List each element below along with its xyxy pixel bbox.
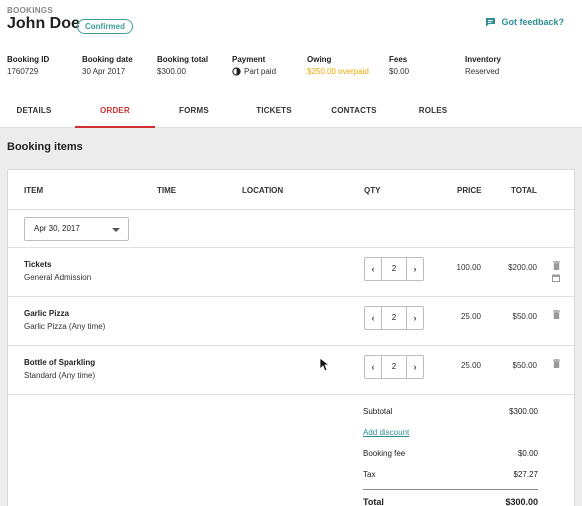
- quantity-stepper: ‹ 2 ›: [364, 257, 424, 281]
- meta-value: $0.00: [389, 67, 410, 76]
- trash-icon[interactable]: [553, 261, 560, 270]
- meta-booking-total: Booking total $300.00: [157, 55, 208, 76]
- item-name: Bottle of Sparkling: [24, 358, 96, 367]
- chat-bubble-icon: [486, 18, 496, 27]
- page-title: John Doe: [7, 15, 80, 32]
- meta-booking-id: Booking ID 1760729: [7, 55, 49, 76]
- booking-fee-label: Booking fee: [363, 449, 406, 458]
- meta-label: Inventory: [465, 55, 502, 64]
- item-name: Tickets: [24, 260, 52, 269]
- subtotal-value: $300.00: [509, 407, 538, 416]
- meta-label: Booking ID: [7, 55, 50, 64]
- discount-row: Add discount: [363, 428, 538, 437]
- quantity-input[interactable]: 2: [381, 307, 407, 329]
- increment-button[interactable]: ›: [407, 307, 423, 329]
- table-header: ITEM TIME LOCATION QTY PRICE TOTAL: [8, 170, 574, 210]
- tab-details[interactable]: DETAILS: [0, 92, 74, 128]
- tab-roles[interactable]: ROLES: [393, 92, 473, 128]
- meta-value: Part paid: [244, 67, 277, 76]
- date-filter-row: Apr 30, 2017: [8, 210, 574, 248]
- item-option: Standard (Any time): [24, 371, 96, 380]
- item-price: 100.00: [456, 263, 481, 272]
- table-row: Garlic Pizza Garlic Pizza (Any time) ‹ 2…: [8, 297, 574, 346]
- tab-order[interactable]: ORDER: [75, 92, 155, 128]
- total-divider: [363, 489, 538, 490]
- meta-label: Booking date: [82, 55, 133, 64]
- booking-header: BOOKINGS John Doe Confirmed Got feedback…: [0, 0, 582, 92]
- trash-icon[interactable]: [553, 310, 560, 319]
- item-total: $50.00: [512, 361, 537, 370]
- trash-icon[interactable]: [553, 359, 560, 368]
- column-header: TOTAL: [511, 186, 537, 195]
- column-header: PRICE: [457, 186, 482, 195]
- item-total: $50.00: [512, 312, 537, 321]
- decrement-button[interactable]: ‹: [365, 356, 381, 378]
- add-discount-link[interactable]: Add discount: [363, 428, 409, 437]
- tax-label: Tax: [363, 470, 376, 479]
- breadcrumb[interactable]: BOOKINGS: [7, 6, 53, 15]
- meta-owing: Owing $250.00 overpaid: [307, 55, 369, 76]
- mouse-cursor-icon: [319, 357, 330, 372]
- meta-fees: Fees $0.00: [389, 55, 409, 76]
- total-row: Total $300.00: [363, 497, 538, 506]
- meta-value: Reserved: [465, 67, 500, 76]
- column-header: LOCATION: [242, 186, 284, 195]
- quantity-stepper: ‹ 2 ›: [364, 306, 424, 330]
- booking-items-table: ITEM TIME LOCATION QTY PRICE TOTAL Apr 3…: [7, 169, 575, 506]
- total-label: Total: [363, 497, 384, 506]
- table-row: Tickets General Admission ‹ 2 › 100.00 $…: [8, 248, 574, 297]
- caret-down-icon: [112, 228, 120, 232]
- increment-button[interactable]: ›: [407, 356, 423, 378]
- half-circle-icon: [232, 67, 241, 76]
- calendar-icon[interactable]: [552, 274, 560, 282]
- meta-label: Fees: [389, 55, 408, 64]
- item-option: General Admission: [24, 273, 92, 282]
- meta-value: 30 Apr 2017: [82, 67, 126, 76]
- tab-forms[interactable]: FORMS: [154, 92, 234, 128]
- status-badge: Confirmed: [77, 19, 133, 34]
- item-total: $200.00: [508, 263, 537, 272]
- meta-booking-date: Booking date 30 Apr 2017: [82, 55, 133, 76]
- item-option: Garlic Pizza (Any time): [24, 322, 106, 331]
- tax-value: $27.27: [513, 470, 538, 479]
- feedback-link[interactable]: Got feedback?: [485, 17, 564, 27]
- date-select[interactable]: Apr 30, 2017: [24, 217, 129, 241]
- booking-fee-row: Booking fee $0.00: [363, 449, 538, 458]
- item-price: 25.00: [460, 361, 481, 370]
- meta-value: $250.00 overpaid: [307, 67, 369, 76]
- table-row: Bottle of Sparkling Standard (Any time) …: [8, 346, 574, 395]
- tab-bar: DETAILS ORDER FORMS TICKETS CONTACTS ROL…: [0, 92, 582, 128]
- meta-label: Owing: [307, 55, 332, 64]
- meta-payment: Payment Part paid: [232, 55, 276, 76]
- increment-button[interactable]: ›: [407, 258, 423, 280]
- total-value: $300.00: [505, 497, 538, 506]
- tab-contacts[interactable]: CONTACTS: [314, 92, 394, 128]
- column-header: QTY: [364, 186, 381, 195]
- quantity-stepper: ‹ 2 ›: [364, 355, 424, 379]
- item-price: 25.00: [460, 312, 481, 321]
- subtotal-row: Subtotal $300.00: [363, 407, 538, 416]
- meta-label: Booking total: [157, 55, 209, 64]
- meta-value: 1760729: [7, 67, 39, 76]
- item-name: Garlic Pizza: [24, 309, 69, 318]
- meta-value: $300.00: [157, 67, 186, 76]
- meta-inventory: Inventory Reserved: [465, 55, 501, 76]
- quantity-input[interactable]: 2: [381, 356, 407, 378]
- feedback-label: Got feedback?: [501, 17, 564, 27]
- column-header: ITEM: [24, 186, 44, 195]
- decrement-button[interactable]: ‹: [365, 258, 381, 280]
- date-select-value: Apr 30, 2017: [34, 224, 80, 233]
- column-header: TIME: [157, 186, 177, 195]
- booking-fee-value: $0.00: [517, 449, 538, 458]
- meta-label: Payment: [232, 55, 266, 64]
- tax-row: Tax $27.27: [363, 470, 538, 479]
- decrement-button[interactable]: ‹: [365, 307, 381, 329]
- tab-tickets[interactable]: TICKETS: [234, 92, 314, 128]
- quantity-input[interactable]: 2: [381, 258, 407, 280]
- section-title: Booking items: [7, 141, 83, 153]
- subtotal-label: Subtotal: [363, 407, 393, 416]
